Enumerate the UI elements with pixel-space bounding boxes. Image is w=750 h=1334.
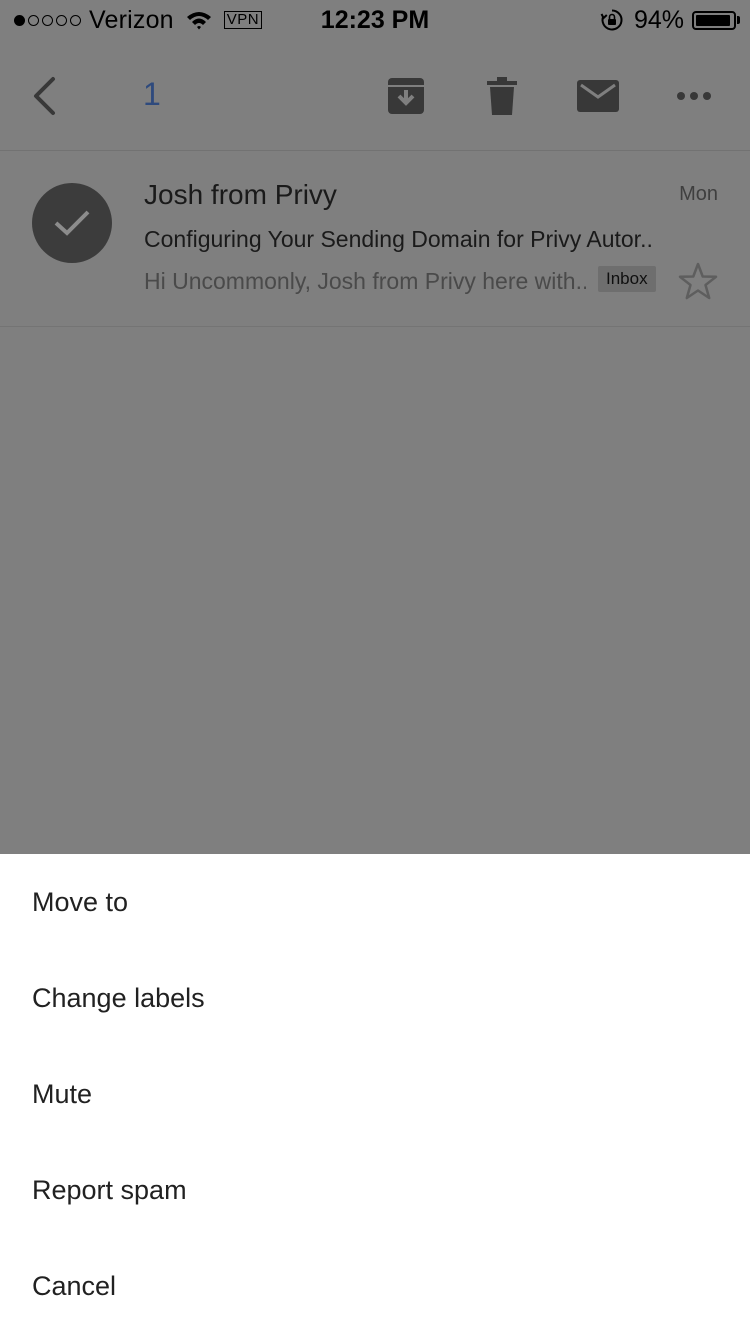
selected-avatar[interactable]	[32, 183, 112, 263]
rotation-lock-icon	[600, 9, 623, 31]
cancel-option[interactable]: Cancel	[0, 1238, 750, 1334]
more-icon	[677, 92, 711, 100]
change-labels-option[interactable]: Change labels	[0, 950, 750, 1046]
battery-cap	[737, 16, 740, 24]
back-icon	[34, 77, 55, 115]
email-sender: Josh from Privy	[144, 179, 337, 210]
email-list-item[interactable]: Josh from Privy Mon Configuring Your Sen…	[0, 151, 750, 327]
trash-icon	[487, 77, 517, 115]
mute-option[interactable]: Mute	[0, 1046, 750, 1142]
battery-level-fill	[696, 14, 730, 26]
battery-percentage: 94%	[633, 5, 684, 34]
archive-icon	[388, 78, 424, 114]
email-date: Mon	[679, 183, 718, 205]
checkmark-icon	[54, 210, 90, 236]
delete-button[interactable]	[480, 70, 524, 122]
report-spam-option[interactable]: Report spam	[0, 1142, 750, 1238]
status-right: 94%	[600, 6, 740, 34]
mail-icon	[577, 80, 619, 112]
star-button[interactable]	[676, 259, 720, 303]
email-snippet: Hi Uncommonly, Josh from Privy here with…	[144, 268, 586, 294]
back-button[interactable]	[22, 70, 66, 122]
archive-button[interactable]	[382, 70, 430, 122]
selection-toolbar: 1	[0, 40, 750, 151]
inbox-label-chip: Inbox	[598, 266, 656, 292]
status-bar: Verizon VPN 12:23 PM 94%	[0, 0, 750, 40]
move-to-option[interactable]: Move to	[0, 854, 750, 950]
email-subject: Configuring Your Sending Domain for Priv…	[144, 226, 654, 252]
action-sheet: Move to Change labels Mute Report spam C…	[0, 854, 750, 1334]
battery-icon	[692, 10, 736, 30]
star-icon	[678, 262, 718, 300]
selected-count: 1	[143, 76, 161, 112]
mark-unread-button[interactable]	[572, 70, 624, 122]
more-options-button[interactable]	[670, 70, 718, 122]
